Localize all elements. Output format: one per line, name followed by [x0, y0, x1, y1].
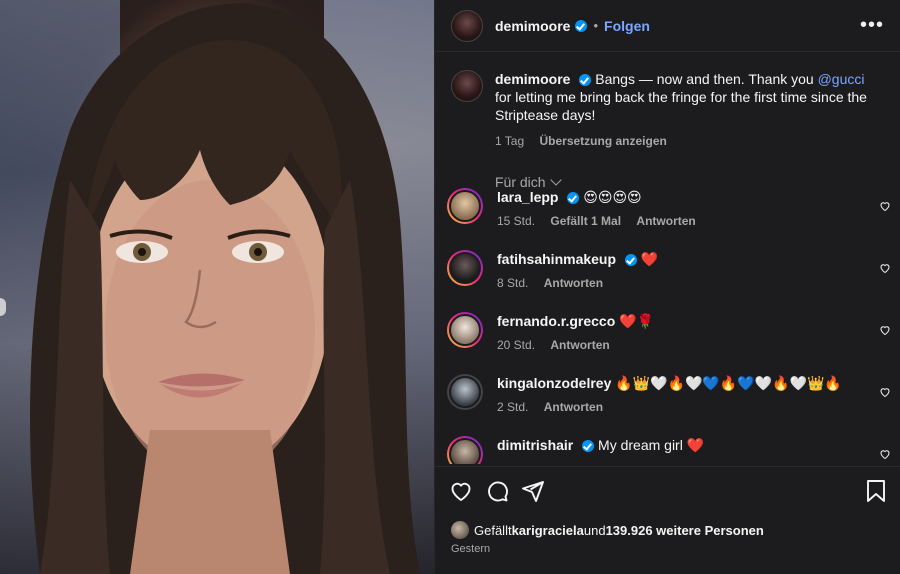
- comment-time: 2 Std.: [497, 400, 529, 414]
- comment-text: 🔥👑🤍🔥🤍💙🔥💙🤍🔥🤍👑🔥: [615, 375, 842, 391]
- liked-by-username[interactable]: karigraciela: [512, 523, 584, 538]
- comment-item: fernando.r.grecco ❤️🌹 20 Std. Antworten: [435, 312, 900, 374]
- portrait-illustration: [30, 3, 420, 574]
- comment-time: 20 Std.: [497, 338, 536, 352]
- commenter-avatar[interactable]: [447, 188, 483, 224]
- likes-prefix: Gefällt: [474, 522, 512, 538]
- likes-count[interactable]: 139.926 weitere Personen: [606, 523, 764, 538]
- comment-time: 8 Std.: [497, 276, 529, 290]
- commenter-avatar[interactable]: [447, 312, 483, 348]
- comment-text: My dream girl ❤️: [598, 437, 705, 453]
- caption-meta: 1 Tag Übersetzung anzeigen: [495, 134, 875, 148]
- reply-button[interactable]: Antworten: [550, 338, 609, 352]
- comment-bubble-icon[interactable]: [485, 479, 509, 503]
- verified-badge-icon: [575, 19, 588, 32]
- heart-icon[interactable]: [879, 262, 891, 274]
- commenter-username[interactable]: lara_lepp: [497, 189, 558, 205]
- caption-username[interactable]: demimoore: [495, 71, 570, 87]
- comment-item: kingalonzodelrey 🔥👑🤍🔥🤍💙🔥💙🤍🔥🤍👑🔥 2 Std. An…: [435, 374, 900, 436]
- post-side-panel: demimoore • Folgen ••• demimoore Bangs —…: [434, 0, 900, 574]
- comments-list[interactable]: lara_lepp 😍😍😍😍 15 Std. Gefällt 1 Mal Ant…: [435, 188, 900, 464]
- likes-middle: und: [583, 522, 606, 538]
- share-paper-plane-icon[interactable]: [521, 479, 545, 503]
- commenter-username[interactable]: dimitrishair: [497, 437, 573, 453]
- instagram-post-modal: demimoore • Folgen ••• demimoore Bangs —…: [0, 0, 900, 574]
- verified-badge-icon: [624, 254, 637, 267]
- post-date: Gestern: [451, 543, 491, 555]
- post-caption: demimoore Bangs — now and then. Thank yo…: [435, 52, 900, 148]
- translate-link[interactable]: Übersetzung anzeigen: [539, 134, 666, 148]
- caption-author-avatar[interactable]: [451, 70, 483, 102]
- author-avatar[interactable]: [451, 9, 483, 42]
- caption-text-after: for letting me bring back the fringe for…: [495, 89, 867, 123]
- commenter-avatar[interactable]: [447, 374, 483, 410]
- commenter-avatar[interactable]: [447, 250, 483, 286]
- verified-badge-icon: [579, 74, 592, 87]
- author-username[interactable]: demimoore: [495, 18, 570, 34]
- chevron-down-icon: [549, 174, 562, 186]
- verified-badge-icon: [582, 440, 595, 453]
- heart-icon[interactable]: [879, 200, 891, 212]
- post-actions-bar: Gefällt karigraciela und 139.926 weitere…: [435, 466, 900, 574]
- commenter-username[interactable]: kingalonzodelrey: [497, 375, 611, 391]
- caption-time: 1 Tag: [495, 134, 525, 148]
- liker-avatar: [451, 521, 469, 539]
- comment-item: dimitrishair My dream girl ❤️: [435, 436, 900, 464]
- caption-mention-link[interactable]: @gucci: [818, 71, 865, 87]
- comment-text: ❤️: [640, 251, 659, 267]
- commenter-username[interactable]: fernando.r.grecco: [497, 313, 615, 329]
- bookmark-icon[interactable]: [865, 479, 887, 503]
- commenter-avatar[interactable]: [447, 436, 483, 464]
- more-options-icon[interactable]: •••: [860, 14, 884, 37]
- commenter-username[interactable]: fatihsahinmakeup: [497, 251, 616, 267]
- comment-text: ❤️🌹: [619, 313, 655, 329]
- caption-text: demimoore Bangs — now and then. Thank yo…: [495, 70, 875, 124]
- verified-badge-icon: [567, 192, 580, 205]
- comment-item: lara_lepp 😍😍😍😍 15 Std. Gefällt 1 Mal Ant…: [435, 188, 900, 250]
- post-photo[interactable]: [0, 0, 434, 574]
- reply-button[interactable]: Antworten: [636, 214, 695, 228]
- caption-text-before: Bangs — now and then. Thank you: [595, 71, 818, 87]
- comment-text: 😍😍😍😍: [583, 189, 642, 205]
- post-header: demimoore • Folgen •••: [435, 0, 900, 52]
- like-heart-icon[interactable]: [449, 479, 473, 503]
- heart-icon[interactable]: [879, 448, 891, 460]
- comment-likes[interactable]: Gefällt 1 Mal: [550, 214, 621, 228]
- likes-summary[interactable]: Gefällt karigraciela und 139.926 weitere…: [435, 503, 900, 539]
- comment-time: 15 Std.: [497, 214, 536, 228]
- comment-item: fatihsahinmakeup ❤️ 8 Std. Antworten: [435, 250, 900, 312]
- reply-button[interactable]: Antworten: [544, 400, 603, 414]
- heart-icon[interactable]: [879, 324, 891, 336]
- follow-button[interactable]: Folgen: [604, 18, 650, 34]
- reply-button[interactable]: Antworten: [544, 276, 603, 290]
- separator-dot: •: [593, 18, 599, 33]
- heart-icon[interactable]: [879, 386, 891, 398]
